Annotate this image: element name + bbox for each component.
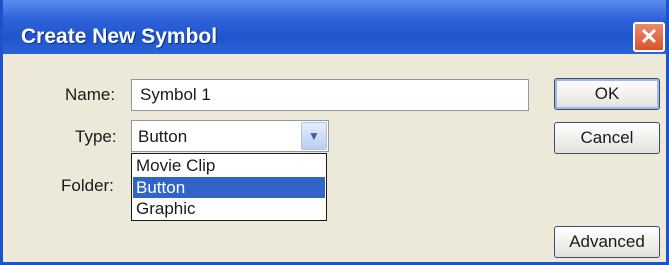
- create-new-symbol-dialog: Create New Symbol ✕ Name: Symbol 1 Type:…: [0, 0, 669, 265]
- type-label: Type:: [75, 127, 117, 146]
- type-dropdown-button[interactable]: ▼: [301, 122, 327, 150]
- name-input[interactable]: Symbol 1: [131, 79, 529, 111]
- close-button[interactable]: ✕: [633, 22, 665, 52]
- type-option-movie-clip[interactable]: Movie Clip: [133, 155, 325, 176]
- close-icon: ✕: [639, 24, 659, 49]
- type-option-graphic[interactable]: Graphic: [133, 198, 325, 219]
- title-bar[interactable]: Create New Symbol ✕: [3, 0, 666, 54]
- type-selected-value: Button: [138, 127, 188, 146]
- ok-button[interactable]: OK: [554, 78, 660, 110]
- name-label: Name:: [65, 85, 116, 104]
- type-select[interactable]: Button ▼: [131, 120, 329, 152]
- type-option-button[interactable]: Button: [133, 177, 325, 198]
- folder-label: Folder:: [61, 176, 114, 195]
- chevron-down-icon: ▼: [308, 129, 320, 143]
- type-dropdown-list: Movie Clip Button Graphic: [131, 153, 327, 221]
- dialog-title: Create New Symbol: [21, 25, 218, 48]
- cancel-button[interactable]: Cancel: [554, 122, 660, 154]
- advanced-button[interactable]: Advanced: [554, 226, 660, 258]
